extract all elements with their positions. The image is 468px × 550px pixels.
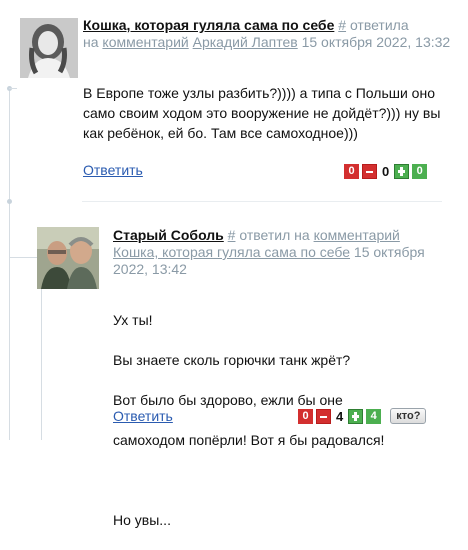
text-line bbox=[113, 470, 453, 490]
avatar-photo-icon bbox=[37, 227, 99, 289]
on-word: на bbox=[83, 34, 99, 50]
vote-down-icon[interactable] bbox=[362, 163, 377, 179]
avatar[interactable] bbox=[20, 18, 78, 78]
permalink-hash[interactable]: # bbox=[338, 17, 346, 33]
action-text: ответила bbox=[349, 17, 409, 33]
target-author-link[interactable]: Аркадий Лаптев bbox=[193, 34, 298, 50]
thread-line bbox=[9, 88, 10, 440]
avatar-photo-icon bbox=[20, 18, 78, 78]
avatar[interactable] bbox=[37, 227, 99, 289]
text-line: Вот было бы здорово, ежли бы оне bbox=[113, 392, 343, 408]
comment-header: Кошка, которая гуляла сама по себе # отв… bbox=[83, 17, 453, 51]
comment-separator bbox=[82, 201, 442, 202]
permalink-hash[interactable]: # bbox=[228, 227, 236, 243]
vote-score: 4 bbox=[336, 408, 344, 424]
target-author-link[interactable]: Кошка, которая гуляла сама по себе bbox=[113, 244, 350, 260]
minus-count-badge: 0 bbox=[298, 408, 313, 424]
comment-text: В Европе тоже узлы разбить?)))) а типа с… bbox=[83, 85, 441, 141]
text-line: Ух ты! bbox=[113, 312, 153, 328]
text-line: Но увы... bbox=[113, 512, 171, 528]
vote-up-icon[interactable] bbox=[348, 408, 364, 424]
author-link[interactable]: Кошка, которая гуляла сама по себе bbox=[83, 17, 334, 33]
vote-widget: 0 4 4 кто? bbox=[298, 408, 427, 424]
target-comment-link[interactable]: комментарий bbox=[102, 34, 188, 50]
vote-up-icon[interactable] bbox=[394, 163, 410, 179]
plus-count-badge: 4 bbox=[366, 408, 382, 424]
vote-score: 0 bbox=[382, 163, 390, 179]
text-line: Вы знаете сколь горючки танк жрёт? bbox=[113, 352, 351, 368]
thread-node bbox=[7, 199, 12, 204]
target-comment-link[interactable]: комментарий bbox=[314, 227, 400, 243]
who-voted-button[interactable]: кто? bbox=[390, 408, 427, 424]
comment-header: Старый Соболь # ответил на комментарий К… bbox=[113, 227, 458, 278]
plus-count-badge: 0 bbox=[412, 163, 428, 179]
vote-down-icon[interactable] bbox=[316, 408, 331, 424]
comment-date: 15 октября 2022, 13:32 bbox=[301, 34, 451, 50]
reply-button[interactable]: Ответить bbox=[83, 162, 143, 178]
action-text: ответил на bbox=[239, 227, 310, 243]
author-link[interactable]: Старый Соболь bbox=[113, 227, 224, 243]
text-line: самоходом попёрли! Вот я бы радовался! bbox=[113, 432, 385, 448]
minus-count-badge: 0 bbox=[344, 163, 359, 179]
thread-connector bbox=[9, 88, 17, 89]
reply-button[interactable]: Ответить bbox=[113, 408, 173, 424]
vote-widget: 0 0 0 bbox=[344, 163, 428, 179]
